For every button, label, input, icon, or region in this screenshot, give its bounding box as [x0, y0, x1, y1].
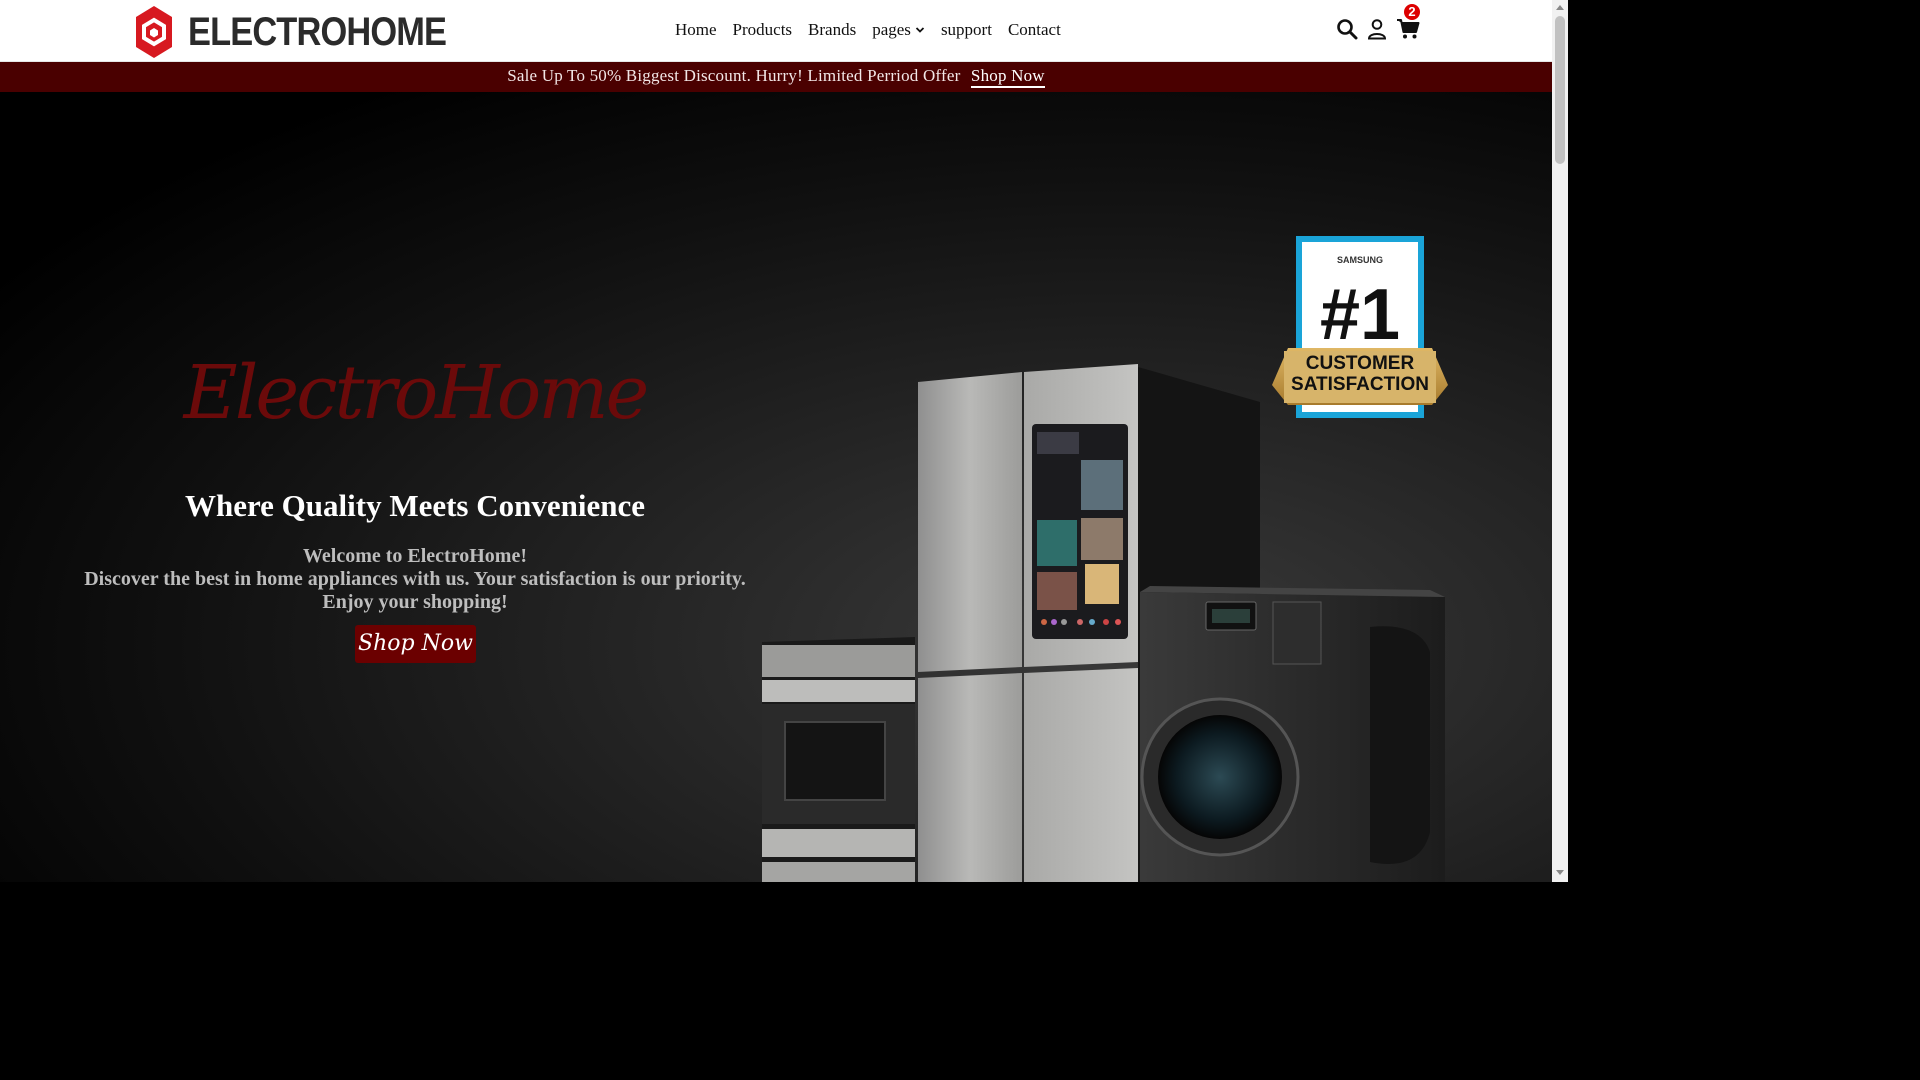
nav-brands[interactable]: Brands	[808, 20, 856, 40]
hero-shop-now-button[interactable]: Shop Now	[355, 625, 476, 663]
badge-rank: #1	[1320, 275, 1400, 355]
cart-button[interactable]: 2	[1396, 4, 1420, 42]
hero-brand-script: ElectroHome	[183, 350, 650, 436]
user-icon	[1367, 19, 1387, 40]
cart-count-badge: 2	[1404, 4, 1420, 20]
nav-products[interactable]: Products	[733, 20, 793, 40]
scroll-thumb[interactable]	[1555, 16, 1565, 164]
page-scrollbar[interactable]	[1552, 0, 1568, 882]
scroll-down-arrow[interactable]	[1556, 870, 1564, 875]
nav-pages[interactable]: pages	[872, 20, 925, 40]
search-button[interactable]	[1336, 18, 1360, 42]
account-button[interactable]	[1366, 18, 1390, 42]
badge-brand: SAMSUNG	[1337, 255, 1383, 265]
hero-welcome-text: Welcome to ElectroHome! Discover the bes…	[0, 545, 830, 614]
badge-line2: SATISFACTION	[1291, 374, 1429, 395]
welcome-line: Discover the best in home appliances wit…	[84, 568, 746, 590]
scroll-up-arrow[interactable]	[1556, 5, 1564, 10]
cart-icon	[1397, 19, 1420, 39]
main-nav: Home Products Brands pages support Conta…	[675, 20, 1061, 40]
badge-line1: CUSTOMER	[1306, 353, 1415, 374]
promo-shop-now-link[interactable]: Shop Now	[970, 66, 1045, 88]
hero-banner: ElectroHome Where Quality Meets Convenie…	[0, 92, 1552, 882]
header-icons: 2	[1336, 4, 1426, 42]
chevron-down-icon	[915, 27, 925, 33]
promo-text: Sale Up To 50% Biggest Discount. Hurry! …	[507, 66, 961, 85]
logo[interactable]: ELECTROHOME	[136, 6, 488, 58]
welcome-line: Welcome to ElectroHome!	[303, 545, 527, 567]
award-badge: SAMSUNG #1 CUSTOMER SATISFACTION	[1272, 236, 1448, 418]
hero-tagline: Where Quality Meets Convenience	[184, 488, 646, 523]
site-header: ELECTROHOME Home Products Brands pages s…	[0, 0, 1552, 62]
nav-contact[interactable]: Contact	[1008, 20, 1061, 40]
search-icon	[1337, 19, 1358, 40]
page: ELECTROHOME Home Products Brands pages s…	[0, 0, 1552, 882]
logo-text: ELECTROHOME	[188, 10, 447, 54]
electrohome-logo-icon	[136, 6, 172, 58]
nav-home[interactable]: Home	[675, 20, 717, 40]
nav-support[interactable]: support	[941, 20, 992, 40]
nav-pages-label: pages	[872, 20, 911, 39]
promo-bar: Sale Up To 50% Biggest Discount. Hurry! …	[0, 62, 1552, 92]
welcome-line: Enjoy your shopping!	[322, 591, 508, 613]
